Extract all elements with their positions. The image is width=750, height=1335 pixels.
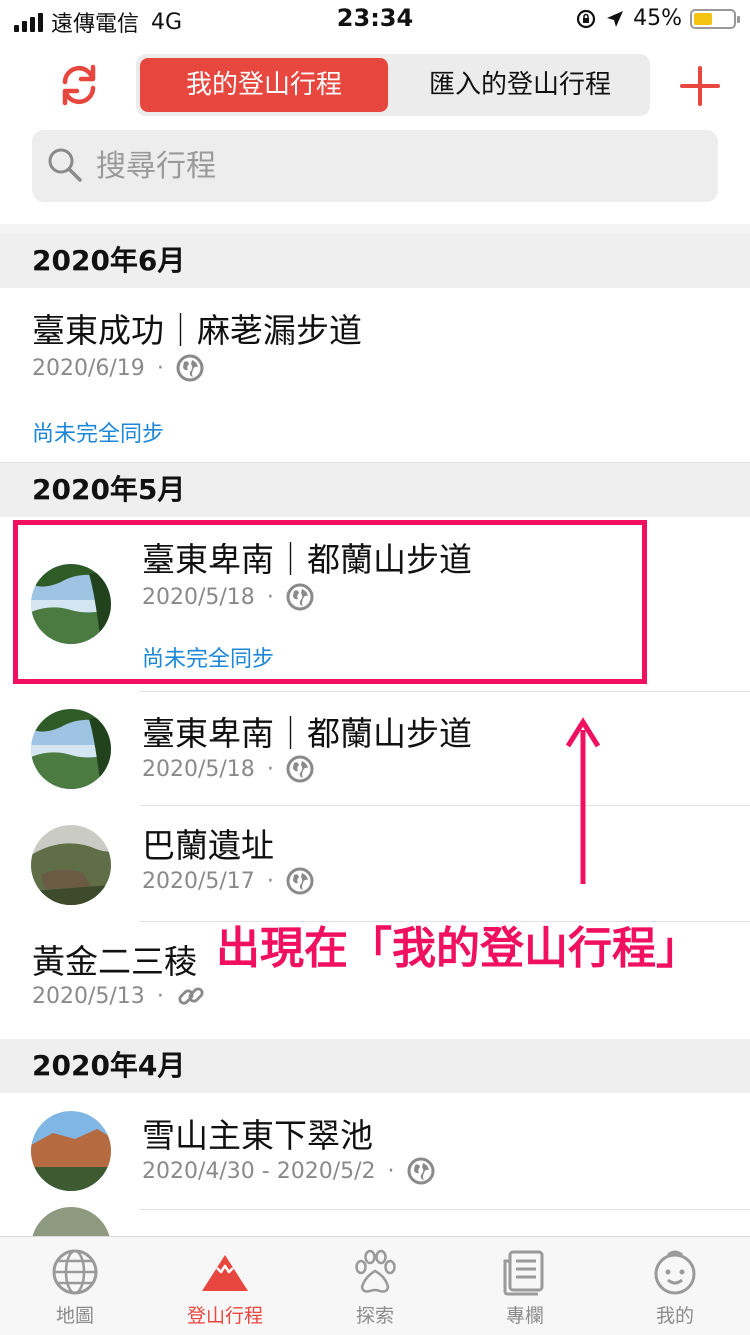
trip-thumbnail	[31, 709, 111, 789]
trip-title: 巴蘭遺址	[142, 826, 274, 865]
rotation-lock-icon	[576, 9, 596, 28]
paw-icon	[355, 1249, 396, 1293]
user-face-icon	[654, 1250, 696, 1295]
globe-icon	[176, 354, 204, 382]
tab-my-trips[interactable]: 我的登山行程	[140, 58, 388, 112]
month-header: 2020年5月	[0, 463, 750, 517]
trip-meta: 2020/5/18 ·	[142, 755, 314, 783]
annotation-text: 出現在「我的登山行程」	[216, 923, 700, 974]
trip-thumbnail	[31, 825, 111, 905]
trip-date: 2020/5/13	[32, 983, 145, 1009]
globe-icon	[52, 1249, 98, 1295]
tab-trips[interactable]: 登山行程	[150, 1237, 300, 1335]
trip-meta: 2020/4/30 - 2020/5/2 ·	[142, 1157, 435, 1185]
highlight-box	[13, 520, 647, 684]
tab-bar: 地圖 登山行程 探索 專欄 我的	[0, 1236, 750, 1335]
tab-label: 地圖	[55, 1305, 94, 1327]
globe-icon	[286, 867, 314, 895]
trip-title: 臺東卑南｜都蘭山步道	[142, 714, 472, 753]
trip-row[interactable]: 巴蘭遺址 2020/5/17 ·	[0, 805, 750, 922]
trip-row[interactable]: 臺東成功｜麻荖漏步道 2020/6/19 · 尚未完全同步	[0, 288, 750, 463]
mountain-icon	[202, 1255, 248, 1291]
trip-title: 雪山主東下翠池	[142, 1116, 373, 1155]
add-trip-icon[interactable]	[680, 66, 720, 106]
search-bar[interactable]	[32, 130, 718, 202]
trip-meta: 2020/5/17 ·	[142, 867, 314, 895]
tab-me[interactable]: 我的	[600, 1237, 750, 1335]
trip-title: 臺東成功｜麻荖漏步道	[32, 311, 362, 350]
tab-label: 專欄	[505, 1305, 544, 1327]
trip-date: 2020/4/30 - 2020/5/2	[142, 1158, 376, 1184]
tab-label: 登山行程	[186, 1305, 263, 1327]
link-icon	[178, 987, 204, 1005]
tab-column[interactable]: 專欄	[450, 1237, 600, 1335]
tab-explore[interactable]: 探索	[300, 1237, 450, 1335]
battery-icon	[690, 8, 740, 29]
nav-bar: 我的登山行程 匯入的登山行程	[0, 52, 750, 116]
tab-map[interactable]: 地圖	[0, 1237, 150, 1335]
globe-icon	[286, 755, 314, 783]
tab-label: 探索	[355, 1305, 394, 1327]
trip-list: 2020年6月 臺東成功｜麻荖漏步道 2020/6/19 · 尚未完全同步 20…	[0, 234, 750, 1287]
header-divider	[0, 224, 750, 234]
trip-row[interactable]: 臺東卑南｜都蘭山步道 2020/5/18 ·	[0, 691, 750, 806]
trip-meta: 2020/6/19 ·	[32, 354, 204, 382]
trip-date: 2020/6/19	[32, 355, 145, 381]
trip-meta: 2020/5/13 ·	[32, 981, 206, 1011]
sync-status: 尚未完全同步	[32, 422, 165, 447]
refresh-icon[interactable]	[56, 62, 102, 108]
month-header: 2020年4月	[0, 1039, 750, 1093]
up-arrow-icon	[565, 717, 601, 884]
battery-percent: 45%	[633, 6, 682, 31]
trip-date: 2020/5/17	[142, 868, 255, 894]
trip-date: 2020/5/18	[142, 756, 255, 782]
globe-icon	[407, 1157, 435, 1185]
search-input[interactable]	[94, 140, 698, 192]
tab-label: 我的	[655, 1305, 694, 1327]
status-bar: 遠傳電信 4G 23:34 45%	[0, 0, 750, 42]
newspaper-icon	[503, 1250, 544, 1296]
tab-imported-trips[interactable]: 匯入的登山行程	[394, 58, 646, 112]
month-header: 2020年6月	[0, 234, 750, 288]
status-right: 45%	[575, 6, 740, 31]
trip-thumbnail	[31, 1111, 111, 1191]
search-icon	[48, 148, 82, 182]
trip-row[interactable]: 雪山主東下翠池 2020/4/30 - 2020/5/2 ·	[0, 1093, 750, 1210]
location-arrow-icon	[607, 10, 624, 27]
trip-title: 黃金二三稜	[32, 942, 197, 981]
trip-segmented-control: 我的登山行程 匯入的登山行程	[136, 54, 650, 116]
